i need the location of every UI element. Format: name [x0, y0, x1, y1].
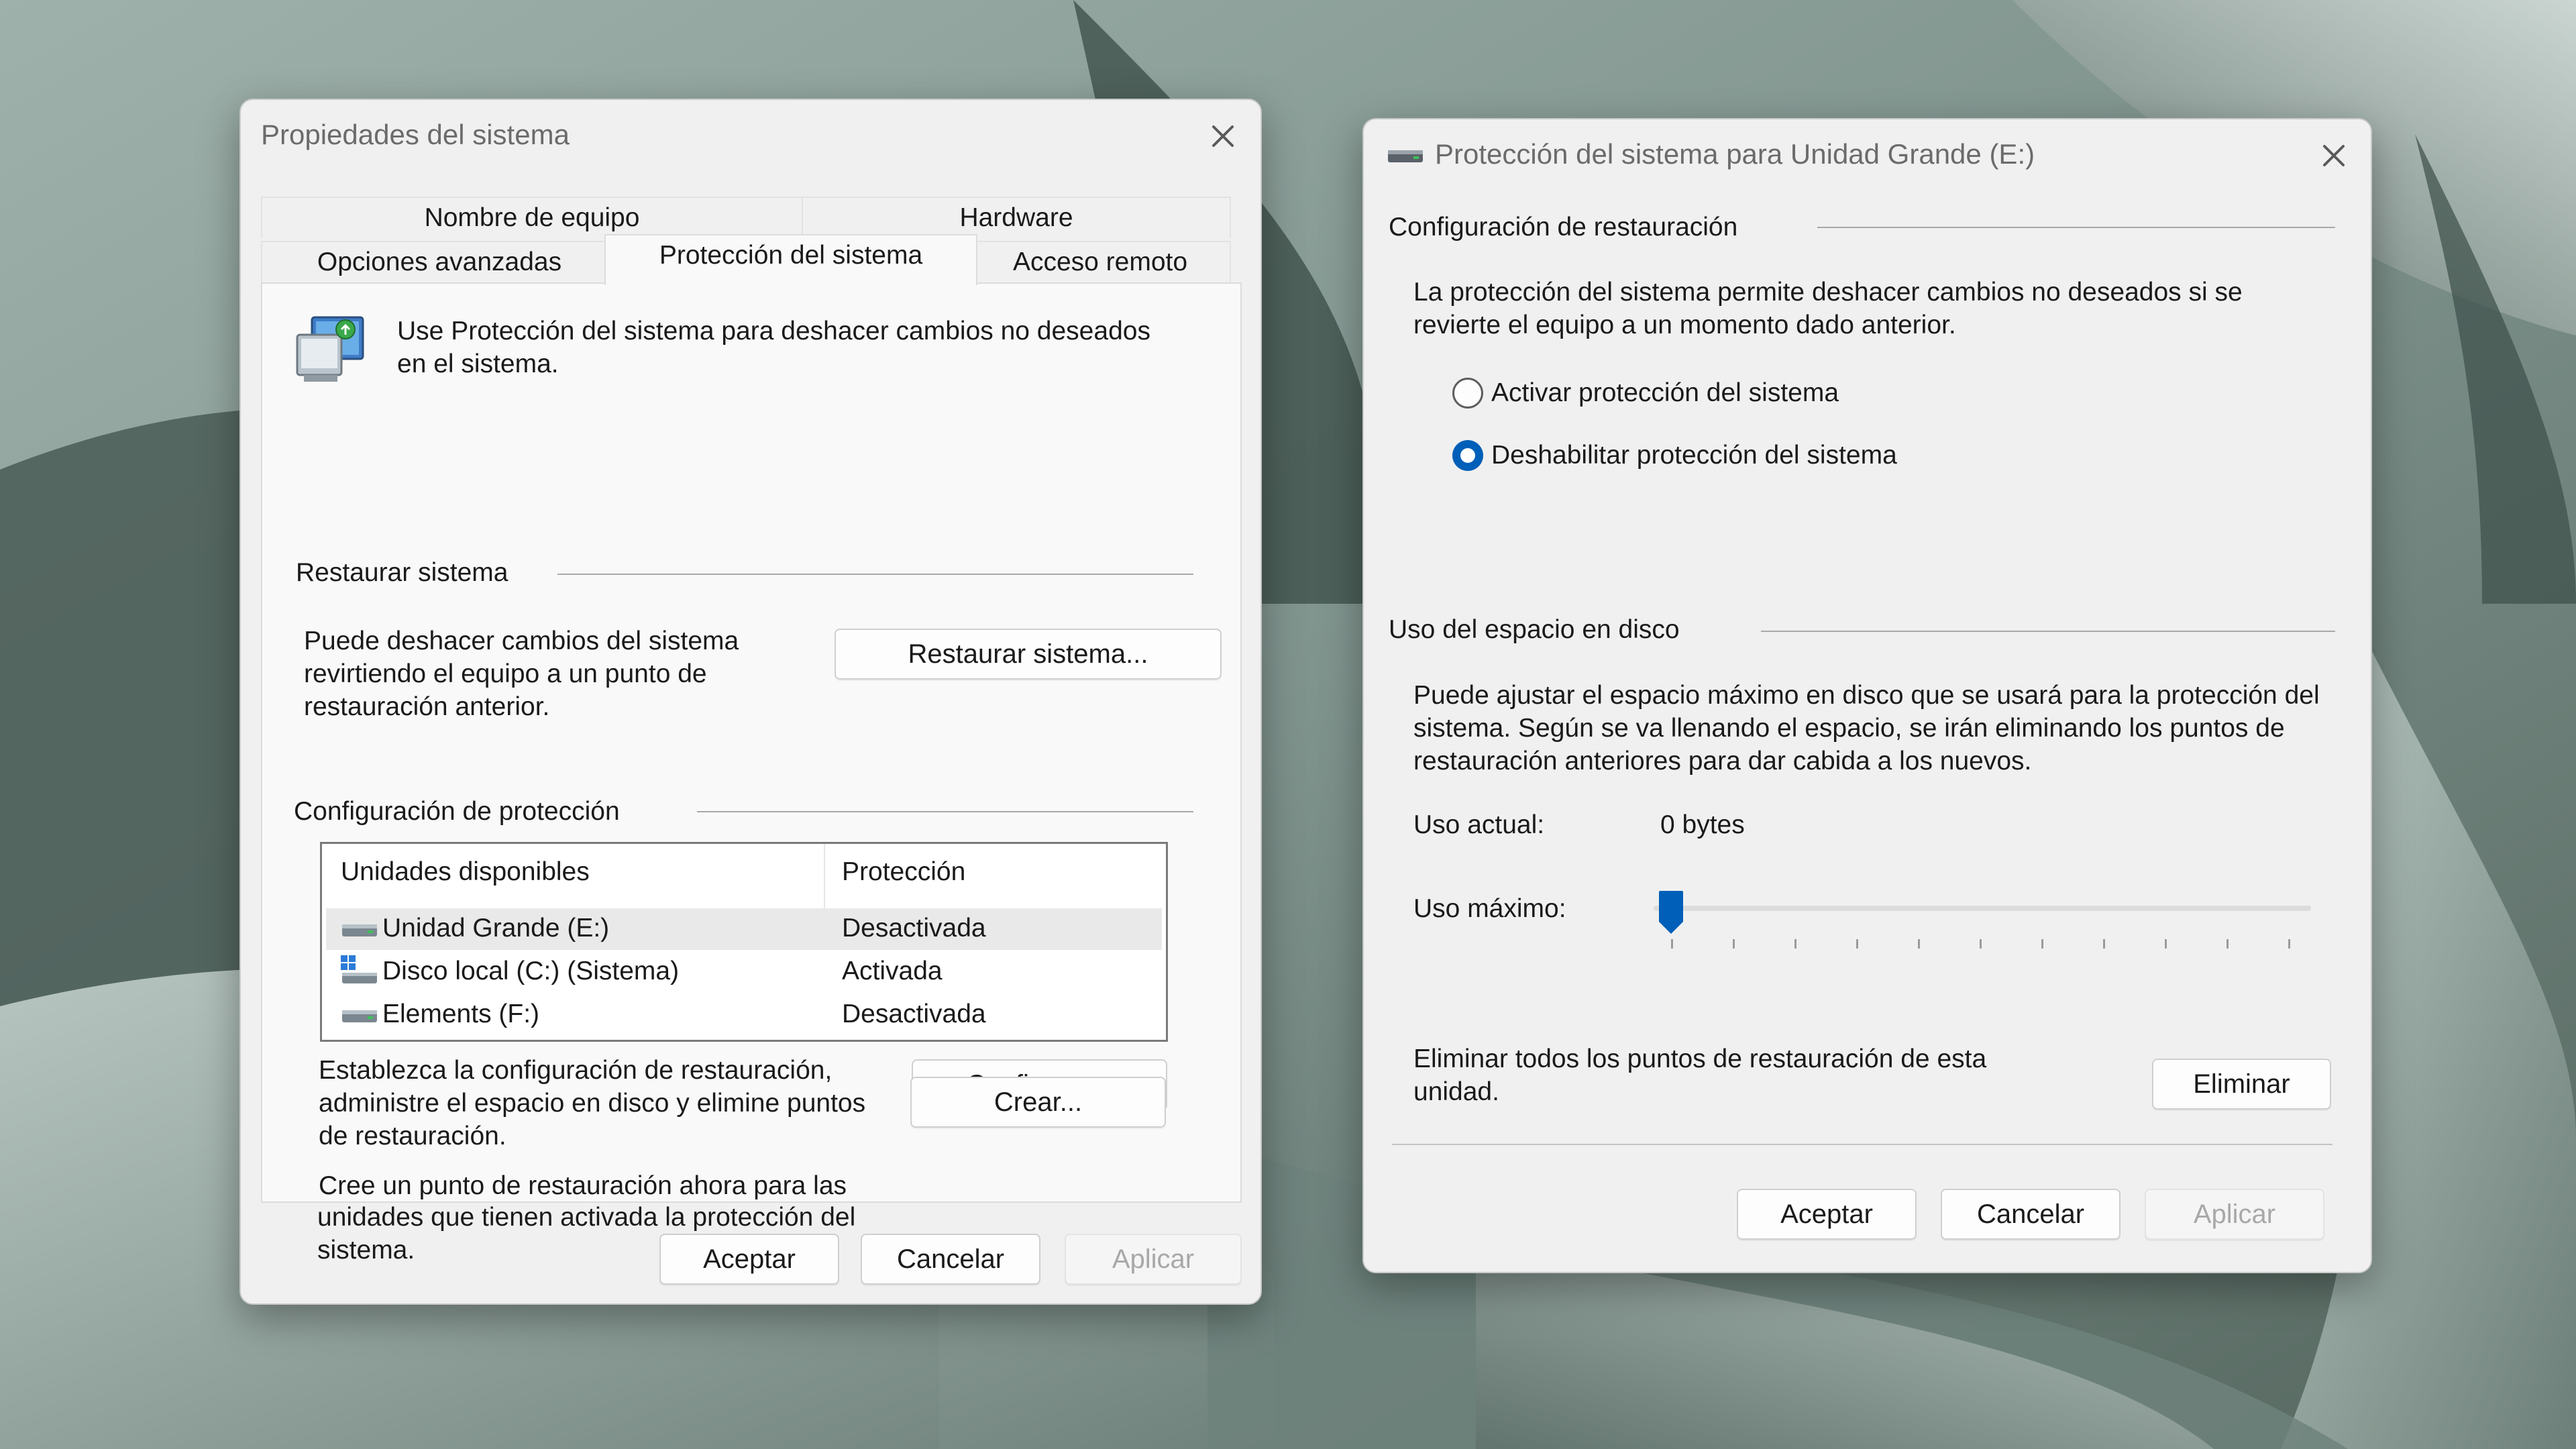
slider-tick: [2041, 939, 2043, 949]
restore-separator: [557, 574, 1193, 575]
restore-system-button[interactable]: Restaurar sistema...: [835, 629, 1222, 680]
drives-list[interactable]: Unidades disponibles Protección Unidad G…: [320, 842, 1168, 1042]
protection-separator: [697, 811, 1193, 812]
column-divider: [824, 844, 825, 908]
disable-protection-label[interactable]: Deshabilitar protección del sistema: [1491, 439, 1897, 472]
title-bar: Protección del sistema para Unidad Grand…: [1364, 119, 2371, 193]
tab-panel: Use Protección del sistema para deshacer…: [261, 282, 1242, 1203]
configure-desc-line1: Establezca la configuración de restaurac…: [319, 1056, 833, 1085]
drive-name: Unidad Grande (E:): [382, 914, 610, 943]
restore-desc-line3: restauración anterior.: [304, 692, 550, 721]
restore-settings-heading: Configuración de restauración: [1389, 213, 1738, 241]
drive-status: Desactivada: [842, 914, 986, 943]
window-title: Protección del sistema para Unidad Grand…: [1435, 138, 2035, 170]
drive-icon: [341, 1006, 378, 1026]
current-usage-label: Uso actual:: [1413, 810, 1545, 839]
tab-hardware[interactable]: Hardware: [802, 197, 1231, 238]
create-desc-line1: Cree un punto de restauración ahora para…: [319, 1171, 847, 1200]
column-header-protection[interactable]: Protección: [842, 857, 965, 887]
restore-settings-line2: revierte el equipo a un momento dado ant…: [1413, 311, 1956, 339]
slider-tick: [1794, 939, 1796, 949]
configure-desc-line3: de restauración.: [319, 1122, 506, 1150]
protection-heading: Configuración de protección: [294, 797, 620, 826]
max-usage-slider-thumb[interactable]: [1658, 890, 1684, 935]
system-protection-icon: [292, 311, 371, 390]
bottom-separator: [1392, 1144, 2332, 1145]
tab-nombre-de-equipo[interactable]: Nombre de equipo: [261, 197, 803, 238]
drive-icon: [1387, 146, 1424, 166]
column-header-drives[interactable]: Unidades disponibles: [341, 857, 590, 887]
max-usage-slider-track[interactable]: [1654, 906, 2311, 911]
disk-usage-line2: sistema. Según se va llenando el espacio…: [1413, 714, 2285, 743]
current-usage-value: 0 bytes: [1660, 810, 1745, 839]
slider-tick: [2103, 939, 2105, 949]
slider-tick: [2165, 939, 2167, 949]
slider-tick: [1918, 939, 1920, 949]
tab-opciones-avanzadas[interactable]: Opciones avanzadas: [261, 241, 618, 282]
configure-desc-line2: administre el espacio en disco y elimine…: [319, 1089, 866, 1118]
title-bar: Propiedades del sistema: [241, 100, 1260, 174]
disk-usage-heading: Uso del espacio en disco: [1389, 615, 1680, 644]
enable-protection-label[interactable]: Activar protección del sistema: [1491, 376, 1839, 409]
create-desc-line3: sistema.: [317, 1236, 415, 1265]
ok-button[interactable]: Aceptar: [1737, 1189, 1917, 1240]
ok-button[interactable]: Aceptar: [659, 1234, 839, 1285]
delete-desc-line2: unidad.: [1413, 1077, 1499, 1106]
delete-button[interactable]: Eliminar: [2152, 1059, 2331, 1110]
system-properties-window: Propiedades del sistema Nombre de equipo…: [239, 99, 1262, 1305]
slider-tick: [1980, 939, 1982, 949]
create-desc-line2: unidades que tienen activada la protecci…: [317, 1203, 856, 1232]
close-icon[interactable]: [1201, 115, 1244, 158]
close-icon[interactable]: [2312, 134, 2355, 177]
restore-desc-line2: revirtiendo el equipo a un punto de: [304, 659, 707, 688]
tab-proteccion-del-sistema[interactable]: Protección del sistema: [604, 234, 977, 285]
drive-row[interactable]: Disco local (C:) (Sistema) Activada: [326, 951, 1162, 993]
tab-acceso-remoto[interactable]: Acceso remoto: [969, 241, 1231, 282]
disk-usage-line3: restauración anteriores para dar cabida …: [1413, 747, 2032, 775]
drive-name: Elements (F:): [382, 1000, 540, 1028]
intro-text-line1: Use Protección del sistema para deshacer…: [397, 317, 1150, 345]
restore-desc-line1: Puede deshacer cambios del sistema: [304, 627, 739, 655]
drive-icon: [341, 920, 378, 941]
slider-tick: [1671, 939, 1673, 949]
slider-tick: [1856, 939, 1858, 949]
slider-tick: [1733, 939, 1735, 949]
apply-button[interactable]: Aplicar: [1065, 1234, 1242, 1285]
delete-desc-line1: Eliminar todos los puntos de restauració…: [1413, 1044, 1987, 1073]
cancel-button[interactable]: Cancelar: [1941, 1189, 2121, 1240]
intro-text-line2: en el sistema.: [397, 350, 559, 378]
restore-settings-line1: La protección del sistema permite deshac…: [1413, 278, 2243, 307]
max-usage-label: Uso máximo:: [1413, 894, 1566, 923]
disable-protection-radio[interactable]: [1452, 440, 1483, 471]
enable-protection-radio[interactable]: [1452, 378, 1483, 409]
disk-usage-line1: Puede ajustar el espacio máximo en disco…: [1413, 681, 2320, 710]
restore-heading: Restaurar sistema: [296, 558, 508, 587]
disk-usage-separator: [1761, 631, 2335, 632]
windows-drive-icon: [341, 955, 378, 985]
cancel-button[interactable]: Cancelar: [861, 1234, 1040, 1285]
drive-status: Activada: [842, 957, 943, 985]
create-button[interactable]: Crear...: [910, 1077, 1166, 1128]
drive-row[interactable]: Unidad Grande (E:) Desactivada: [326, 908, 1162, 950]
apply-button[interactable]: Aplicar: [2145, 1189, 2324, 1240]
restore-settings-separator: [1817, 227, 2335, 228]
slider-tick: [2288, 939, 2290, 949]
slider-tick: [2226, 939, 2229, 949]
drive-protection-window: Protección del sistema para Unidad Grand…: [1362, 118, 2372, 1273]
drive-name: Disco local (C:) (Sistema): [382, 957, 680, 985]
drive-row[interactable]: Elements (F:) Desactivada: [326, 994, 1162, 1036]
drive-status: Desactivada: [842, 1000, 986, 1028]
window-title: Propiedades del sistema: [261, 119, 570, 150]
